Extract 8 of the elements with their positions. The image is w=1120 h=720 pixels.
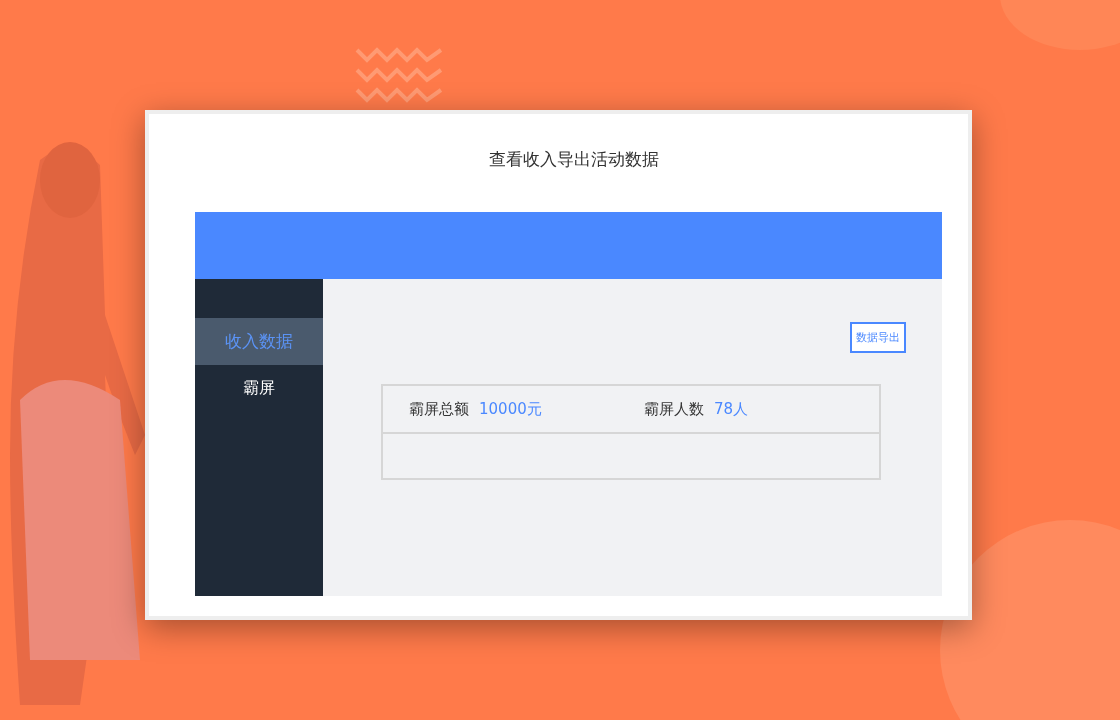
stat-value: 78人 — [714, 399, 749, 419]
page-title: 查看收入导出活动数据 — [487, 148, 659, 171]
stat-value: 10000元 — [479, 399, 542, 419]
export-button[interactable]: 数据导出 — [850, 322, 906, 353]
stat-label: 霸屏总额 — [409, 399, 469, 419]
stat-label: 霸屏人数 — [644, 399, 704, 419]
sidebar-item[interactable]: 收入数据 — [195, 318, 323, 365]
sidebar-item[interactable]: 霸屏 — [195, 365, 323, 412]
